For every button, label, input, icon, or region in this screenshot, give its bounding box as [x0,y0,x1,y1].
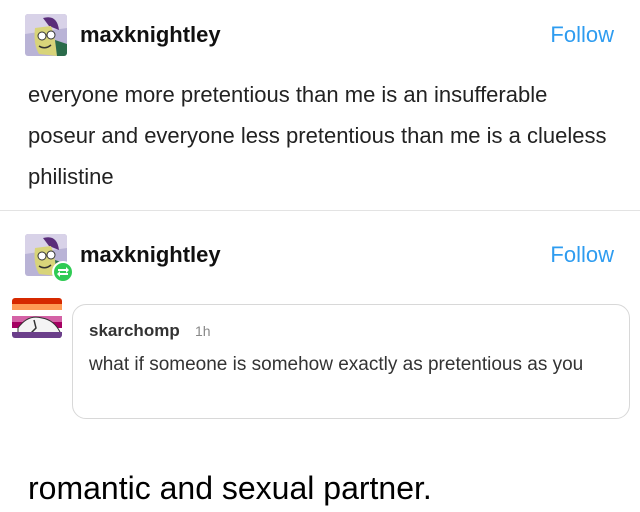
post: maxknightley Follow skarchomp 1h what if… [0,212,640,512]
username[interactable]: maxknightley [80,242,221,268]
ask-text: what if someone is somehow exactly as pr… [89,354,584,375]
avatar[interactable] [25,14,67,56]
post-body: everyone more pretentious than me is an … [28,82,607,189]
follow-button[interactable]: Follow [550,242,614,268]
ask-card: skarchomp 1h what if someone is somehow … [72,304,630,419]
reblog-icon [52,261,74,283]
divider [0,210,640,211]
follow-button[interactable]: Follow [550,22,614,48]
ask-timestamp: 1h [195,323,211,339]
avatar-icon [25,14,67,56]
ask-avatar[interactable] [12,298,62,338]
avatar-icon [12,298,62,338]
post: maxknightley Follow everyone more preten… [0,0,640,211]
post-body: romantic and sexual partner. [28,470,432,506]
ask-username[interactable]: skarchomp [89,321,180,341]
username[interactable]: maxknightley [80,22,221,48]
